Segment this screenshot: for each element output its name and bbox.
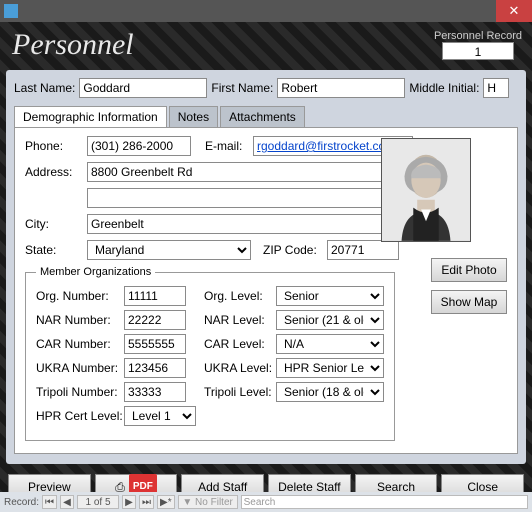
window-close-button[interactable]: ✕: [496, 0, 532, 22]
city-input[interactable]: [87, 214, 397, 234]
ukra-number-label: UKRA Number:: [36, 361, 124, 375]
first-name-label: First Name:: [211, 81, 273, 95]
last-name-label: Last Name:: [14, 81, 75, 95]
show-map-button[interactable]: Show Map: [431, 290, 507, 314]
org-level-select[interactable]: Senior: [276, 286, 384, 306]
car-number-label: CAR Number:: [36, 337, 124, 351]
nav-new-icon[interactable]: ▶*: [157, 495, 175, 509]
edit-photo-button[interactable]: Edit Photo: [431, 258, 507, 282]
tab-notes[interactable]: Notes: [169, 106, 218, 127]
filter-indicator[interactable]: ▼ No Filter: [178, 495, 238, 509]
state-select[interactable]: Maryland: [87, 240, 251, 260]
filter-icon: ▼: [182, 497, 192, 508]
phone-label: Phone:: [25, 139, 81, 153]
nav-position[interactable]: 1 of 5: [77, 495, 119, 509]
app-icon: [4, 4, 18, 18]
record-label: Personnel Record: [434, 30, 522, 42]
city-label: City:: [25, 217, 81, 231]
org-level-label: Org. Level:: [204, 289, 276, 303]
email-label: E-mail:: [205, 139, 247, 153]
ukra-level-select[interactable]: HPR Senior Level: [276, 358, 384, 378]
tripoli-number-label: Tripoli Number:: [36, 385, 124, 399]
first-name-input[interactable]: [277, 78, 405, 98]
email-link[interactable]: rgoddard@firstrocket.com: [257, 139, 395, 153]
car-level-label: CAR Level:: [204, 337, 276, 351]
state-label: State:: [25, 243, 81, 257]
record-number: 1: [442, 42, 514, 60]
record-nav-label: Record:: [4, 497, 39, 508]
tripoli-number-input[interactable]: [124, 382, 186, 402]
car-level-select[interactable]: N/A: [276, 334, 384, 354]
middle-initial-label: Middle Initial:: [409, 81, 479, 95]
org-number-input[interactable]: [124, 286, 186, 306]
last-name-input[interactable]: [79, 78, 207, 98]
tripoli-level-select[interactable]: Senior (18 & older): [276, 382, 384, 402]
address2-input[interactable]: [87, 188, 397, 208]
nar-number-label: NAR Number:: [36, 313, 124, 327]
nav-next-icon[interactable]: ▶: [122, 495, 136, 509]
nar-level-select[interactable]: Senior (21 & older): [276, 310, 384, 330]
tripoli-level-label: Tripoli Level:: [204, 385, 276, 399]
app-title: Personnel: [6, 28, 134, 62]
org-number-label: Org. Number:: [36, 289, 124, 303]
personnel-photo: [381, 138, 471, 242]
nar-number-input[interactable]: [124, 310, 186, 330]
hpr-cert-label: HPR Cert Level:: [36, 409, 124, 423]
address-label: Address:: [25, 165, 81, 179]
window-body: Personnel Personnel Record 1 Last Name: …: [0, 22, 532, 512]
phone-input[interactable]: [87, 136, 191, 156]
address1-input[interactable]: [87, 162, 397, 182]
window-titlebar: ✕: [0, 0, 532, 22]
nav-last-icon[interactable]: ⏭: [139, 495, 154, 509]
tab-panel-demographic: Edit Photo Show Map Phone: E-mail: rgodd…: [14, 127, 518, 454]
member-organizations-group: Member Organizations Org. Number: Org. L…: [25, 266, 395, 441]
car-number-input[interactable]: [124, 334, 186, 354]
nav-search-box[interactable]: Search: [241, 495, 528, 509]
nar-level-label: NAR Level:: [204, 313, 276, 327]
ukra-number-input[interactable]: [124, 358, 186, 378]
nav-prev-icon[interactable]: ◀: [60, 495, 74, 509]
tab-strip: Demographic Information Notes Attachment…: [14, 106, 518, 127]
tab-demographic[interactable]: Demographic Information: [14, 106, 167, 127]
member-organizations-legend: Member Organizations: [36, 266, 155, 278]
record-navigator: Record: ⏮ ◀ 1 of 5 ▶ ⏭ ▶* ▼ No Filter Se…: [0, 492, 532, 512]
hpr-cert-select[interactable]: Level 1: [124, 406, 196, 426]
ukra-level-label: UKRA Level:: [204, 361, 276, 375]
middle-initial-input[interactable]: [483, 78, 509, 98]
zip-label: ZIP Code:: [263, 243, 321, 257]
nav-first-icon[interactable]: ⏮: [42, 495, 57, 509]
tab-attachments[interactable]: Attachments: [220, 106, 305, 127]
form-area: Last Name: First Name: Middle Initial: D…: [6, 70, 526, 464]
